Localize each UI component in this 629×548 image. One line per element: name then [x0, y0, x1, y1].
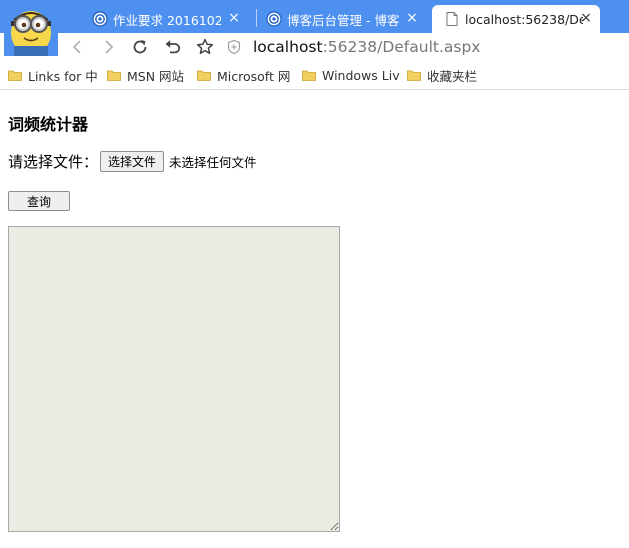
tab-title: 博客后台管理 - 博客 [287, 12, 400, 28]
tab-title: localhost:56238/De [465, 11, 583, 27]
undo-icon [165, 40, 181, 54]
bookmark-label: Microsoft 网 [217, 68, 291, 84]
folder-icon [407, 70, 421, 81]
result-textarea[interactable] [8, 226, 340, 532]
page-content: 词频统计器 请选择文件： 选择文件 未选择任何文件 查询 [0, 90, 629, 548]
undo-button[interactable] [161, 35, 185, 59]
file-status-text: 未选择任何文件 [169, 155, 257, 170]
reload-icon [133, 40, 147, 54]
folder-icon [197, 70, 211, 81]
page-icon [446, 12, 458, 26]
bookmark-folder[interactable]: Windows Liv [302, 66, 400, 84]
tab-strip: 作业要求 20161020 × 博客后台管理 - 博客 × localhost:… [0, 0, 629, 56]
address-bar[interactable]: localhost:56238/Default.aspx [226, 34, 629, 60]
page-title: 词频统计器 [8, 115, 89, 134]
back-icon [72, 40, 81, 54]
folder-icon [302, 70, 316, 81]
bookmark-folder[interactable]: Links for 中 [8, 66, 98, 84]
file-label: 请选择文件： [8, 153, 99, 171]
star-icon [196, 38, 214, 55]
tab-separator [256, 9, 257, 27]
query-button[interactable]: 查询 [8, 191, 70, 211]
cnblogs-icon [266, 11, 282, 27]
forward-button[interactable] [96, 35, 120, 59]
favorite-button[interactable] [193, 35, 217, 59]
forward-icon [105, 40, 114, 54]
bookmark-folder[interactable]: 收藏夹栏 [407, 66, 477, 84]
url-host: localhost [253, 38, 323, 56]
close-tab-icon[interactable]: × [404, 10, 420, 26]
reload-button[interactable] [128, 35, 152, 59]
bookmark-label: 收藏夹栏 [427, 68, 478, 84]
tab-title: 作业要求 20161020 [113, 12, 221, 28]
tab-2[interactable]: 博客后台管理 - 博客 × [266, 5, 426, 33]
bookmark-label: Links for 中 [28, 68, 98, 84]
bookmark-folder[interactable]: MSN 网站 [107, 66, 184, 84]
close-tab-icon[interactable]: × [578, 10, 594, 26]
tab-3-active[interactable]: localhost:56238/De × [432, 5, 600, 33]
close-tab-icon[interactable]: × [226, 10, 242, 26]
tab-1[interactable]: 作业要求 20161020 × [92, 5, 248, 33]
browser-toolbar: localhost:56238/Default.aspx [0, 33, 629, 61]
choose-file-button[interactable]: 选择文件 [100, 151, 165, 172]
bookmark-label: Windows Liv [322, 67, 400, 83]
folder-icon [8, 70, 22, 81]
back-button[interactable] [66, 35, 90, 59]
folder-icon [107, 70, 121, 81]
minion-avatar-icon[interactable] [4, 2, 58, 56]
cnblogs-icon [92, 11, 108, 27]
shield-icon [227, 39, 241, 55]
bookmark-label: MSN 网站 [127, 68, 185, 84]
file-upload-row: 请选择文件： 选择文件 未选择任何文件 [8, 151, 257, 172]
url-path: :56238/Default.aspx [322, 38, 481, 56]
bookmarks-bar: Links for 中 MSN 网站 Microsoft 网 Windows L… [0, 61, 629, 90]
bookmark-folder[interactable]: Microsoft 网 [197, 66, 290, 84]
